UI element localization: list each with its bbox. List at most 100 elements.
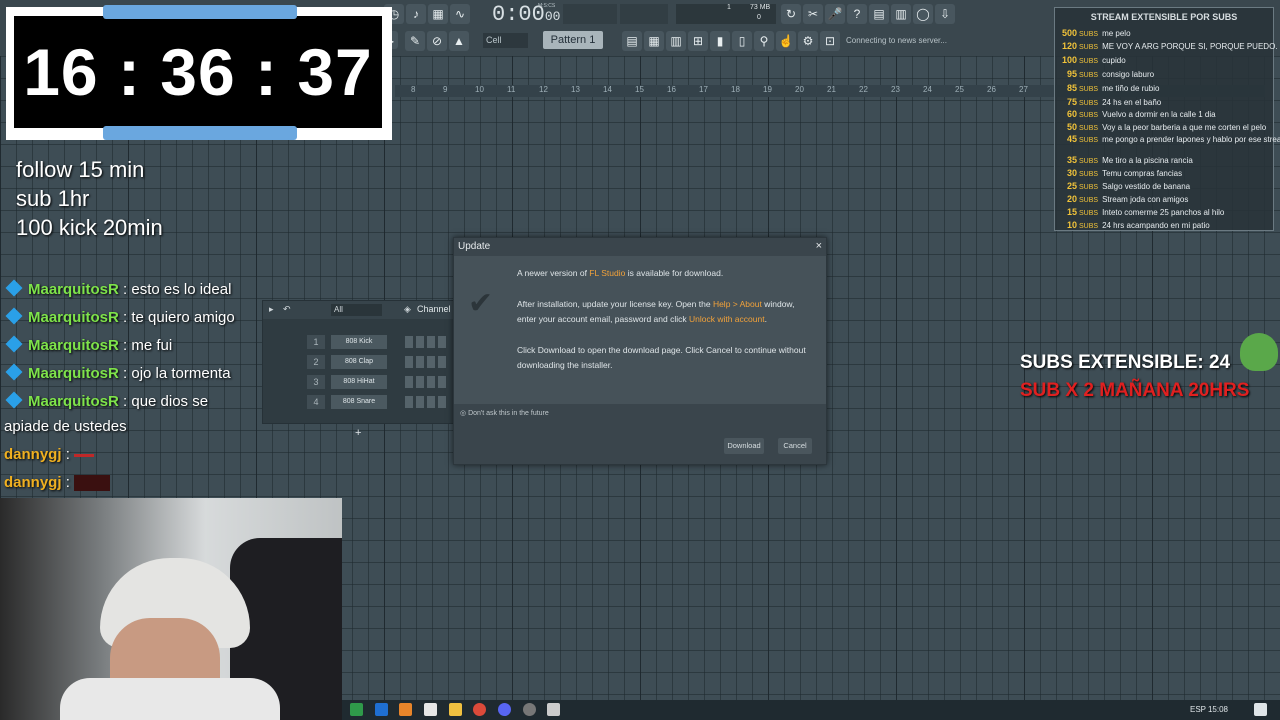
- folder-icon[interactable]: [449, 703, 462, 716]
- notifications-icon[interactable]: [1254, 703, 1267, 716]
- sub-goal-description: Temu compras fancias: [1102, 169, 1183, 178]
- pattern-select[interactable]: Pattern 1: [543, 31, 603, 49]
- channel-name[interactable]: 808 HiHat: [331, 375, 387, 389]
- channel-rack-icon[interactable]: ▦: [644, 31, 664, 51]
- channel-filter-select[interactable]: All: [331, 304, 382, 316]
- link-icon[interactable]: ⊘: [427, 31, 447, 51]
- channel-number[interactable]: 4: [307, 395, 325, 409]
- cancel-button[interactable]: Cancel: [778, 438, 812, 454]
- sub-goal-row: 120 SUBS ME VOY A ARG PORQUE SI, PORQUE PU…: [1057, 41, 1278, 53]
- sub-goal-row: 20 SUBS Stream joda con amigos: [1057, 194, 1271, 206]
- plugin-icon[interactable]: ⚲: [754, 31, 774, 51]
- app-icon[interactable]: [547, 703, 560, 716]
- help-icon[interactable]: ?: [847, 4, 867, 24]
- sub-goal-count: 15: [1066, 207, 1077, 217]
- app-icon[interactable]: [350, 703, 363, 716]
- channel-number[interactable]: 2: [307, 355, 325, 369]
- file-icon[interactable]: ▯: [732, 31, 752, 51]
- mic-icon[interactable]: 🎤: [825, 4, 845, 24]
- touch-icon[interactable]: ☝: [776, 31, 796, 51]
- chat-icon[interactable]: ◯: [913, 4, 933, 24]
- step-button[interactable]: [416, 396, 424, 408]
- obs-icon[interactable]: [523, 703, 536, 716]
- metronome-icon[interactable]: ↻: [781, 4, 801, 24]
- step-button[interactable]: [416, 376, 424, 388]
- ruler-number: 23: [891, 85, 900, 94]
- chrome-icon[interactable]: [473, 703, 486, 716]
- fl-studio-icon[interactable]: [399, 703, 412, 716]
- cart-icon[interactable]: ⊡: [820, 31, 840, 51]
- step-button[interactable]: [405, 336, 413, 348]
- mixer-view-icon[interactable]: ⊞: [688, 31, 708, 51]
- wave-icon[interactable]: ∿: [450, 4, 470, 24]
- step-button[interactable]: [438, 376, 446, 388]
- step-button[interactable]: [405, 376, 413, 388]
- ruler-number: 20: [795, 85, 804, 94]
- app-icon[interactable]: [375, 703, 388, 716]
- tools-icon[interactable]: ⚙: [798, 31, 818, 51]
- step-button[interactable]: [438, 336, 446, 348]
- sub-goal-row: 10 SUBS 24 hrs acampando en mi patio: [1057, 220, 1271, 232]
- ruler-number: 26: [987, 85, 996, 94]
- step-button[interactable]: [416, 336, 424, 348]
- mixer-icon[interactable]: ▥: [891, 4, 911, 24]
- clock[interactable]: 15:08: [1208, 705, 1228, 714]
- help-about-link[interactable]: Help > About: [713, 299, 762, 309]
- app-icon[interactable]: [424, 703, 437, 716]
- piano-roll-icon[interactable]: ▥: [666, 31, 686, 51]
- ruler-number: 17: [699, 85, 708, 94]
- discord-icon[interactable]: [498, 703, 511, 716]
- channel-name[interactable]: 808 Clap: [331, 355, 387, 369]
- channel-name[interactable]: 808 Snare: [331, 395, 387, 409]
- step-button[interactable]: [438, 396, 446, 408]
- channel-rack[interactable]: ▸ ↶ All ◈ Channel 1 808 Kick 2 808 Clap …: [262, 300, 456, 424]
- sub-goal-label: SUBS: [1079, 72, 1099, 79]
- download-button[interactable]: Download: [724, 438, 764, 454]
- fl-studio-link[interactable]: FL Studio: [589, 268, 625, 278]
- sub-goal-label: SUBS: [1079, 223, 1099, 230]
- sub-goal-description: 24 hrs acampando en mi patio: [1102, 221, 1210, 230]
- step-button[interactable]: [438, 356, 446, 368]
- dont-ask-checkbox[interactable]: ◎ Don't ask this in the future: [460, 409, 549, 417]
- step-button[interactable]: [427, 376, 435, 388]
- undo-icon[interactable]: ↶: [283, 304, 291, 315]
- unlock-account-link[interactable]: Unlock with account: [689, 314, 765, 324]
- sub-goal-row: 25 SUBS Salgo vestido de banana: [1057, 181, 1271, 193]
- step-button[interactable]: [427, 356, 435, 368]
- stamp-icon[interactable]: ▲: [449, 31, 469, 51]
- piano-icon[interactable]: ▦: [428, 4, 448, 24]
- playlist-icon[interactable]: ▤: [622, 31, 642, 51]
- browser-icon[interactable]: ▮: [710, 31, 730, 51]
- step-button[interactable]: [427, 336, 435, 348]
- step-button[interactable]: [427, 396, 435, 408]
- save-icon[interactable]: ▤: [869, 4, 889, 24]
- step-button[interactable]: [405, 356, 413, 368]
- checkbox-icon[interactable]: ◎: [460, 410, 466, 417]
- step-icon[interactable]: ♪: [406, 4, 426, 24]
- keyboard-language[interactable]: ESP: [1190, 705, 1206, 714]
- chat-message: apiade de ustedes: [4, 418, 127, 435]
- channel-name[interactable]: 808 Kick: [331, 335, 387, 349]
- ruler-number: 24: [923, 85, 932, 94]
- channel-row[interactable]: 1 808 Kick: [263, 333, 455, 351]
- snap-select[interactable]: Cell: [483, 33, 528, 48]
- channel-row[interactable]: 3 808 HiHat: [263, 373, 455, 391]
- close-icon[interactable]: ×: [816, 240, 822, 252]
- channel-row[interactable]: 4 808 Snare: [263, 393, 455, 411]
- download-icon[interactable]: ⇩: [935, 4, 955, 24]
- add-channel-button[interactable]: +: [355, 427, 361, 439]
- rack-menu-icon[interactable]: ▸: [269, 304, 274, 315]
- countdown-timer: 16 : 36 : 37: [23, 35, 373, 109]
- channel-number[interactable]: 1: [307, 335, 325, 349]
- channel-number[interactable]: 3: [307, 375, 325, 389]
- sub-goal-count: 75: [1066, 97, 1077, 107]
- draw-icon[interactable]: ✎: [405, 31, 425, 51]
- tempo-slider[interactable]: [563, 4, 617, 24]
- sub-goal-count: 95: [1066, 69, 1077, 79]
- step-button[interactable]: [405, 396, 413, 408]
- song-time: 0:00: [492, 2, 545, 27]
- pitch-slider[interactable]: [620, 4, 668, 24]
- step-button[interactable]: [416, 356, 424, 368]
- channel-row[interactable]: 2 808 Clap: [263, 353, 455, 371]
- wait-input-icon[interactable]: ✂: [803, 4, 823, 24]
